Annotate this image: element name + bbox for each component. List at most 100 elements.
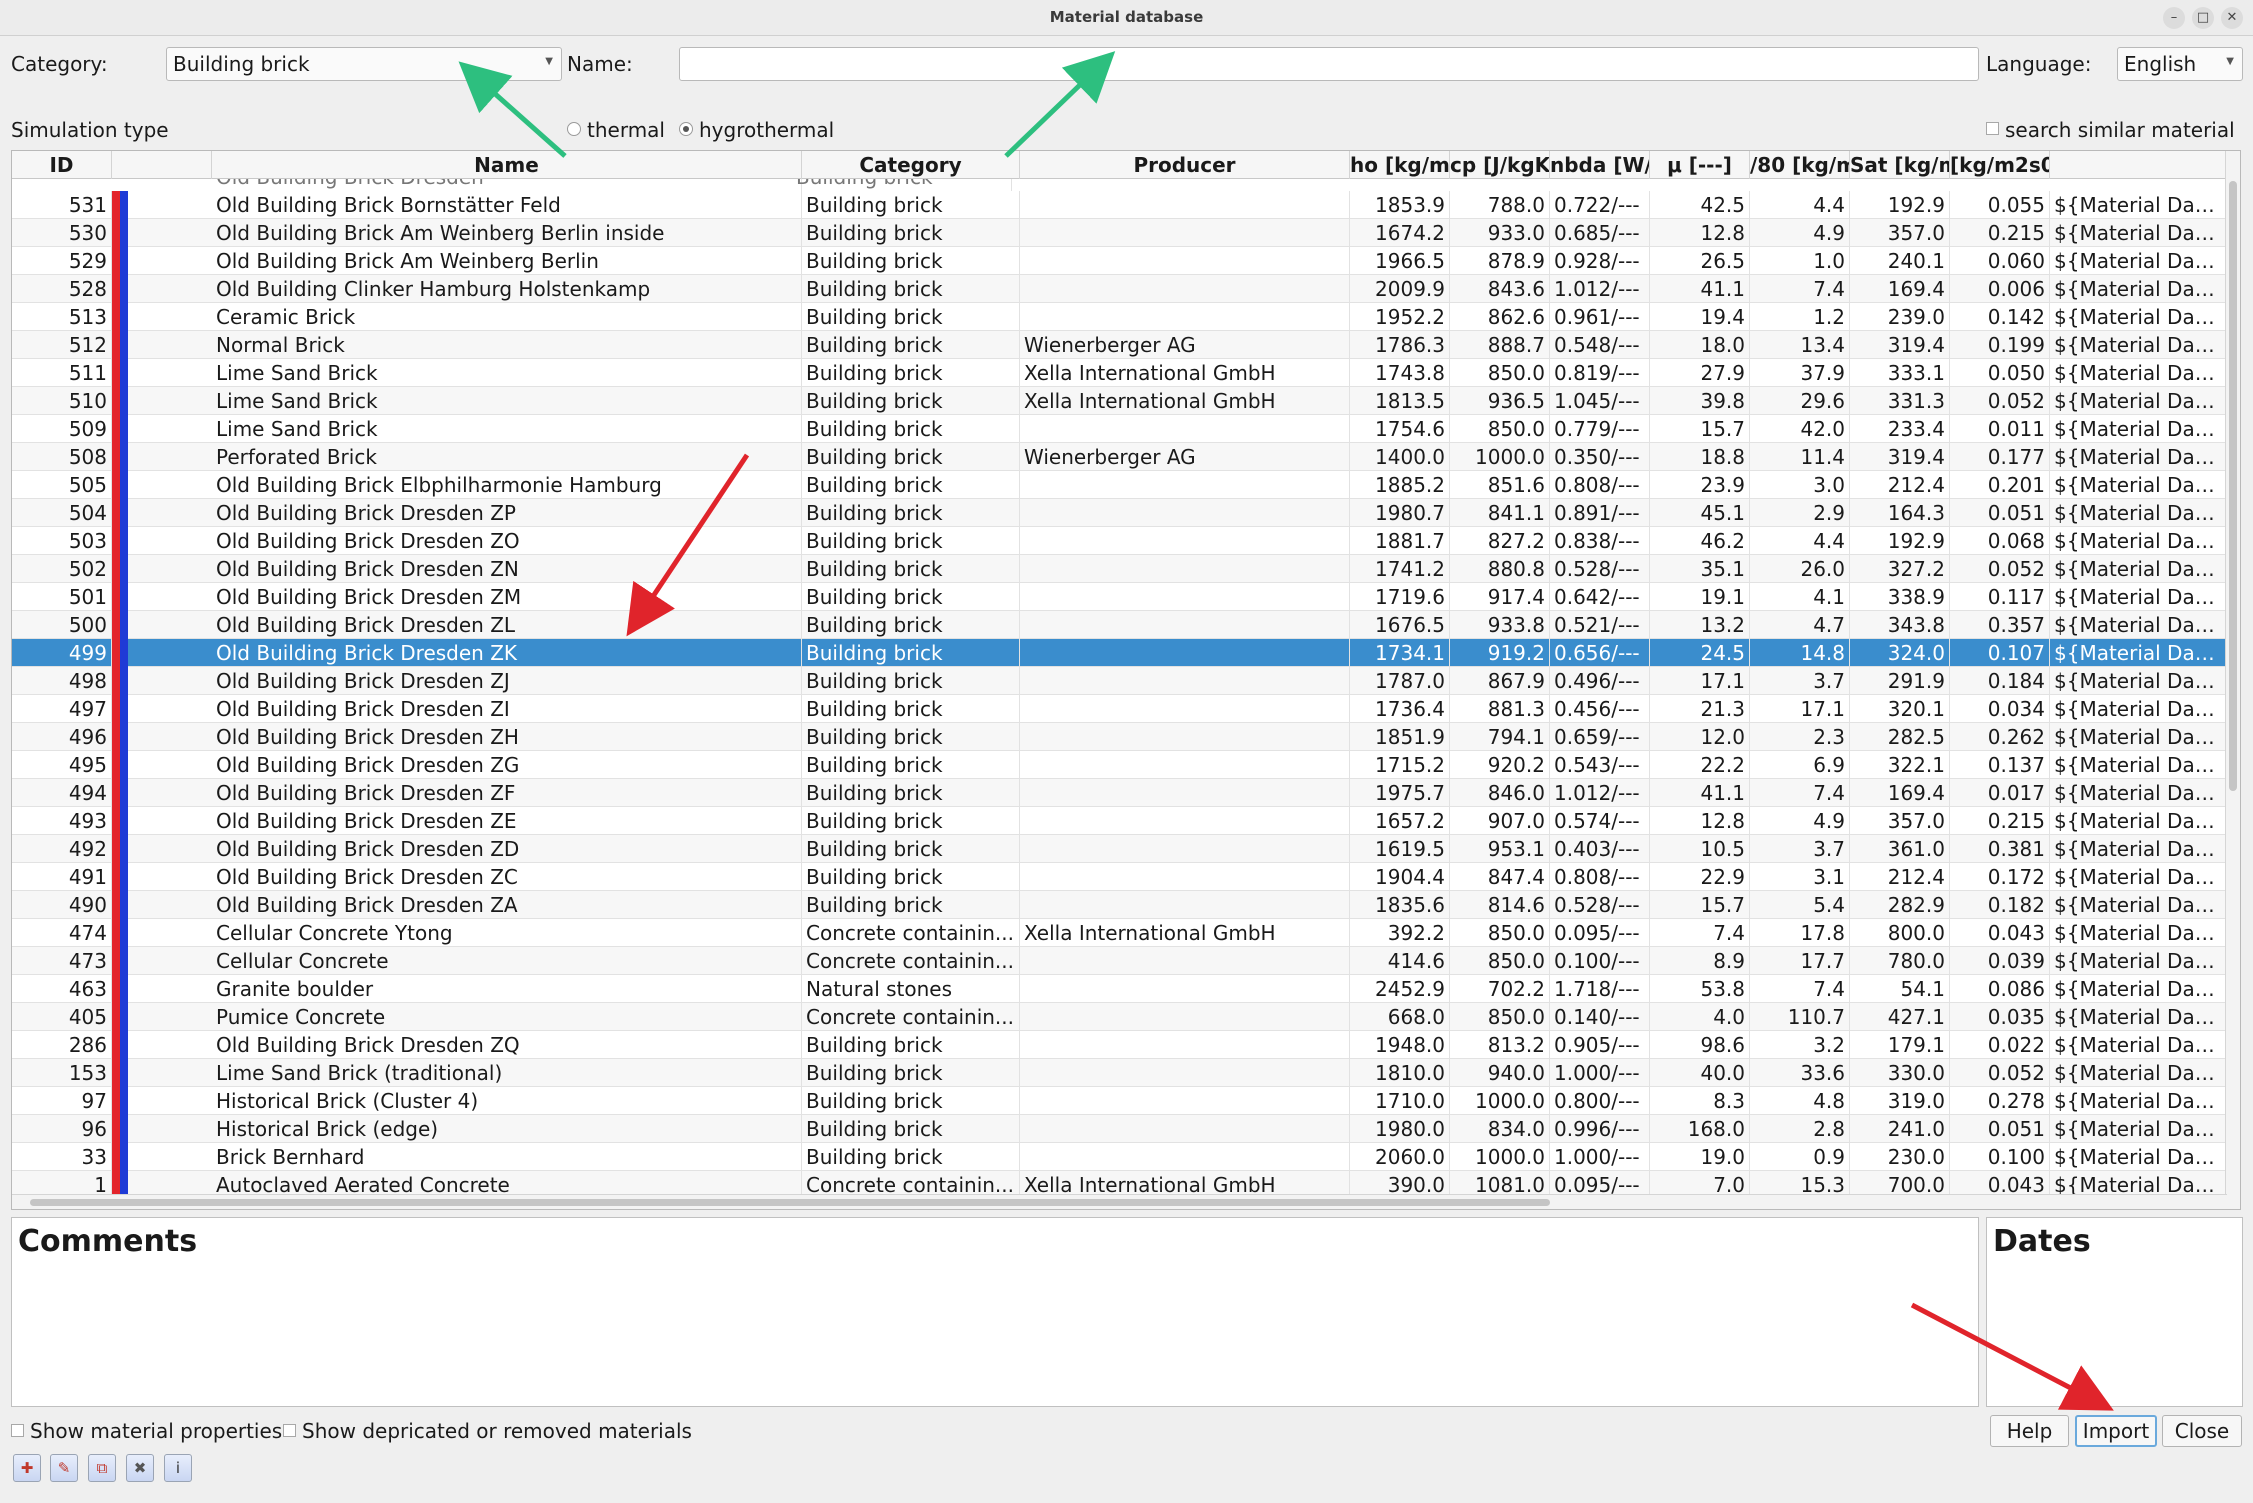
material-table[interactable]: ID Name Category Producer ho [kg/m³ cp [J/kgK… <box>11 150 2241 1210</box>
language-select[interactable]: English ▼ <box>2117 47 2243 81</box>
import-button[interactable]: Import <box>2075 1415 2157 1447</box>
cell-aw: 0.006 <box>1950 275 2050 303</box>
table-row[interactable]: 405 Pumice Concrete Concrete containin... 6… <box>12 1003 2227 1031</box>
table-row[interactable]: 528 Old Building Clinker Hamburg Holstenk… <box>12 275 2227 303</box>
cell-mu: 13.2 <box>1650 611 1750 639</box>
table-row[interactable]: 497 Old Building Brick Dresden ZI Building… <box>12 695 2227 723</box>
cell-w80: 3.1 <box>1750 863 1850 891</box>
table-row[interactable]: 490 Old Building Brick Dresden ZA Building… <box>12 891 2227 919</box>
table-row[interactable]: 96 Historical Brick (edge) Building brick 1… <box>12 1115 2227 1143</box>
table-row[interactable]: 508 Perforated Brick Building brick Wienerb… <box>12 443 2227 471</box>
new-material-icon[interactable]: ✚ <box>13 1454 41 1482</box>
table-row[interactable]: 529 Old Building Brick Am Weinberg Berlin… <box>12 247 2227 275</box>
hygrothermal-radio[interactable] <box>679 122 693 136</box>
vertical-scroll-thumb[interactable] <box>2229 181 2237 791</box>
cell-id: 500 <box>12 611 112 639</box>
vertical-scrollbar[interactable] <box>2225 151 2240 1209</box>
category-select[interactable]: Building brick ▼ <box>166 47 562 81</box>
horizontal-scroll-thumb[interactable] <box>30 1199 1550 1206</box>
cell-mu: 4.0 <box>1650 1003 1750 1031</box>
help-button[interactable]: Help <box>1990 1415 2069 1447</box>
cell-category: Concrete containin... <box>802 919 1020 947</box>
table-row[interactable]: 495 Old Building Brick Dresden ZG Building… <box>12 751 2227 779</box>
cell-source: ${Material Database <box>2050 247 2227 275</box>
copy-material-icon[interactable]: ⧉ <box>88 1454 116 1482</box>
cell-aw: 0.177 <box>1950 443 2050 471</box>
table-row[interactable]: 502 Old Building Brick Dresden ZN Building… <box>12 555 2227 583</box>
cell-category: Building brick <box>802 331 1020 359</box>
name-search-input[interactable] <box>679 47 1979 81</box>
minimize-icon[interactable]: – <box>2163 7 2185 29</box>
table-row[interactable]: 153 Lime Sand Brick (traditional) Building… <box>12 1059 2227 1087</box>
thermal-label: thermal <box>587 118 665 142</box>
table-row[interactable]: 513 Ceramic Brick Building brick 1952.2 862.… <box>12 303 2227 331</box>
cell-rho: 1734.1 <box>1350 639 1450 667</box>
search-similar-checkbox[interactable] <box>1986 122 1999 135</box>
thermal-radio[interactable] <box>567 122 581 136</box>
table-body[interactable]: Old Building Brick Dresden Building bric… <box>12 179 2227 1195</box>
cell-w80: 5.4 <box>1750 891 1850 919</box>
cell-mu: 8.3 <box>1650 1087 1750 1115</box>
table-row[interactable]: 530 Old Building Brick Am Weinberg Berlin… <box>12 219 2227 247</box>
table-row[interactable]: 494 Old Building Brick Dresden ZF Building… <box>12 779 2227 807</box>
cell-aw: 0.043 <box>1950 919 2050 947</box>
header-col-wsat[interactable]: Sat [kg/m <box>1850 151 1950 179</box>
table-row[interactable]: 97 Historical Brick (Cluster 4) Building b… <box>12 1087 2227 1115</box>
table-row[interactable]: 492 Old Building Brick Dresden ZD Building… <box>12 835 2227 863</box>
header-col-source[interactable] <box>2050 151 2227 179</box>
table-row[interactable]: 509 Lime Sand Brick Building brick 1754.6 85… <box>12 415 2227 443</box>
cell-id: 1 <box>12 1171 112 1195</box>
header-col-rho[interactable]: ho [kg/m³ <box>1350 151 1450 179</box>
cell-producer <box>1020 1087 1350 1115</box>
header-col-producer[interactable]: Producer <box>1020 151 1350 179</box>
cell-name: Old Building Brick Bornstätter Feld <box>212 191 802 219</box>
header-col-aw[interactable]: [kg/m2s0 <box>1950 151 2050 179</box>
table-row[interactable]: 463 Granite boulder Natural stones 2452.9 70… <box>12 975 2227 1003</box>
info-icon[interactable]: i <box>164 1454 192 1482</box>
table-row[interactable]: 496 Old Building Brick Dresden ZH Building… <box>12 723 2227 751</box>
table-row[interactable]: 512 Normal Brick Building brick Wienerberge… <box>12 331 2227 359</box>
cell-producer <box>1020 1143 1350 1171</box>
table-row[interactable]: 500 Old Building Brick Dresden ZL Building… <box>12 611 2227 639</box>
cell-category: Building brick <box>802 303 1020 331</box>
table-row[interactable]: 473 Cellular Concrete Concrete containin..… <box>12 947 2227 975</box>
header-col-name[interactable]: Name <box>212 151 802 179</box>
show-material-properties-checkbox[interactable] <box>11 1424 24 1437</box>
cell-name: Cellular Concrete <box>212 947 802 975</box>
comments-panel[interactable]: Comments <box>11 1217 1979 1407</box>
header-col-mu[interactable]: μ [---] <box>1650 151 1750 179</box>
edit-material-icon[interactable]: ✎ <box>50 1454 78 1482</box>
delete-material-icon[interactable]: ✖ <box>126 1454 154 1482</box>
close-button[interactable]: Close <box>2162 1415 2242 1447</box>
table-row[interactable]: 501 Old Building Brick Dresden ZM Building… <box>12 583 2227 611</box>
maximize-icon[interactable]: □ <box>2192 7 2214 29</box>
table-row[interactable]: 503 Old Building Brick Dresden ZO Building… <box>12 527 2227 555</box>
cell-wsat: 324.0 <box>1850 639 1950 667</box>
table-row[interactable]: 504 Old Building Brick Dresden ZP Building… <box>12 499 2227 527</box>
table-row[interactable]: 1 Autoclaved Aerated Concrete Concrete con… <box>12 1171 2227 1195</box>
table-row[interactable]: 499 Old Building Brick Dresden ZK Building… <box>12 639 2227 667</box>
table-row[interactable]: 511 Lime Sand Brick Building brick Xella In… <box>12 359 2227 387</box>
table-row[interactable]: 474 Cellular Concrete Ytong Concrete conta… <box>12 919 2227 947</box>
cell-lambda: 0.779/--- <box>1550 415 1650 443</box>
header-col-id[interactable]: ID <box>12 151 112 179</box>
table-row[interactable]: 33 Brick Bernhard Building brick 2060.0 1000… <box>12 1143 2227 1171</box>
header-col-cp[interactable]: cp [J/kgK] <box>1450 151 1550 179</box>
close-window-icon[interactable]: ✕ <box>2221 7 2243 29</box>
horizontal-scrollbar[interactable] <box>12 1194 2227 1209</box>
header-col-category[interactable]: Category <box>802 151 1020 179</box>
table-row[interactable]: 510 Lime Sand Brick Building brick Xella In… <box>12 387 2227 415</box>
table-row[interactable]: 498 Old Building Brick Dresden ZJ Building… <box>12 667 2227 695</box>
table-row[interactable]: 491 Old Building Brick Dresden ZC Building… <box>12 863 2227 891</box>
header-col-color[interactable] <box>112 151 212 179</box>
color-swatch-red <box>112 359 120 387</box>
header-col-lambda[interactable]: nbda [W/n <box>1550 151 1650 179</box>
cell-source: ${Material Database <box>2050 275 2227 303</box>
table-row[interactable]: 531 Old Building Brick Bornstätter Feld Bu… <box>12 191 2227 219</box>
table-row[interactable]: 505 Old Building Brick Elbphilharmonie Ha… <box>12 471 2227 499</box>
table-row[interactable]: 493 Old Building Brick Dresden ZE Building… <box>12 807 2227 835</box>
table-row[interactable]: 286 Old Building Brick Dresden ZQ Building… <box>12 1031 2227 1059</box>
show-deprecated-checkbox[interactable] <box>283 1424 296 1437</box>
cell-lambda: 0.350/--- <box>1550 443 1650 471</box>
header-col-w80[interactable]: /80 [kg/m³ <box>1750 151 1850 179</box>
